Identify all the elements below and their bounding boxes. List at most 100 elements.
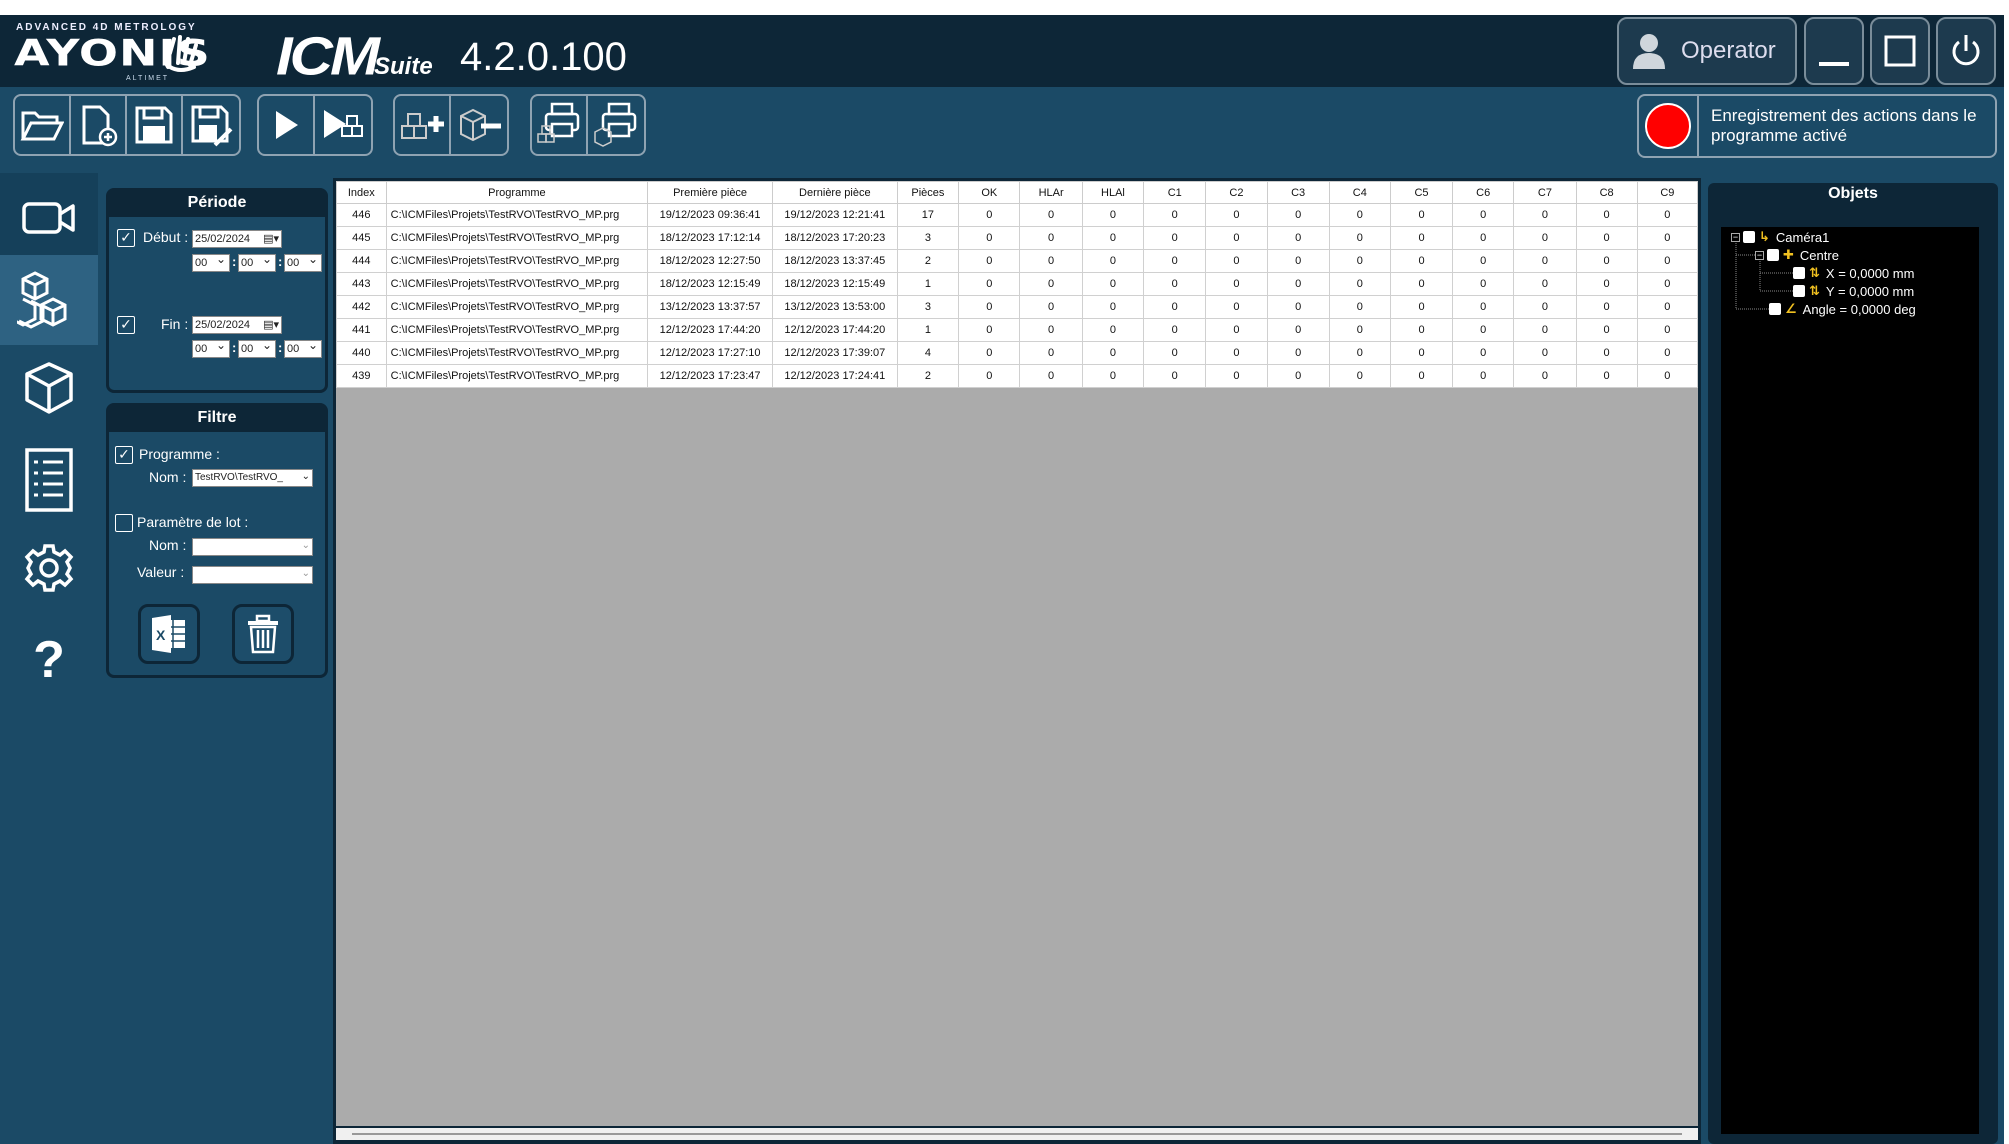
table-cell: C:\ICMFiles\Projets\TestRVO\TestRVO_MP.p…	[385, 226, 649, 250]
time-separator: :	[232, 340, 237, 355]
sidebar-item-batch[interactable]	[0, 255, 98, 345]
remove-object-button[interactable]	[451, 96, 507, 154]
end-minute-select[interactable]: 00	[238, 337, 276, 358]
start-date-field[interactable]: 25/02/2024 ▤▾	[192, 230, 282, 248]
table-cell: 0	[958, 272, 1021, 296]
end-second-select[interactable]: 00	[284, 337, 322, 358]
sidebar-item-settings[interactable]	[0, 523, 98, 613]
record-button[interactable]	[1639, 96, 1699, 156]
print-report-button[interactable]	[588, 96, 644, 154]
column-header[interactable]: HLAr	[1019, 181, 1083, 204]
save-button[interactable]	[127, 96, 183, 154]
table-cell: 441	[336, 318, 387, 342]
program-checkbox[interactable]: ✓	[115, 446, 133, 464]
table-cell: 19/12/2023 09:36:41	[647, 203, 773, 227]
end-hour-select[interactable]: 00	[192, 337, 230, 358]
table-cell: 0	[1019, 341, 1083, 365]
help-icon: ?	[33, 631, 65, 689]
column-header[interactable]: C8	[1575, 181, 1638, 204]
table-cell: 0	[1019, 226, 1083, 250]
column-header[interactable]: C5	[1389, 181, 1454, 204]
end-checkbox[interactable]: ✓	[117, 316, 135, 334]
column-header[interactable]: C6	[1452, 181, 1515, 204]
column-header[interactable]: Programme	[385, 181, 649, 204]
sidebar-item-report[interactable]	[0, 435, 98, 525]
calendar-icon: ▤▾	[263, 319, 279, 331]
add-object-button[interactable]	[395, 96, 451, 154]
table-cell: 0	[1205, 295, 1268, 319]
start-checkbox[interactable]: ✓	[117, 229, 135, 247]
record-status: Enregistrement des actions dans le progr…	[1637, 94, 1997, 158]
sidebar-item-object[interactable]	[0, 343, 98, 433]
table-row[interactable]: 441 C:\ICMFiles\Projets\TestRVO\TestRVO_M…	[336, 318, 1698, 342]
save-as-button[interactable]	[183, 96, 239, 154]
column-header[interactable]: Première pièce	[647, 181, 773, 204]
table-row[interactable]: 445 C:\ICMFiles\Projets\TestRVO\TestRVO_M…	[336, 226, 1698, 250]
sidebar-item-help[interactable]: ?	[0, 615, 98, 705]
export-excel-button[interactable]: X	[138, 604, 200, 664]
column-header[interactable]: Index	[336, 181, 387, 204]
table-row[interactable]: 444 C:\ICMFiles\Projets\TestRVO\TestRVO_M…	[336, 249, 1698, 273]
start-hour-select[interactable]: 00	[192, 251, 230, 272]
scrollbar-thumb[interactable]	[352, 1133, 1682, 1135]
table-cell: 0	[1636, 272, 1698, 296]
time-separator: :	[278, 254, 283, 269]
lot-label: Paramètre de lot :	[137, 514, 249, 530]
filter-box: Filtre ✓ Programme : Nom : TestRVO\TestR…	[106, 403, 328, 678]
column-header[interactable]: C9	[1636, 181, 1698, 204]
folder-open-icon	[20, 111, 64, 141]
start-second-select[interactable]: 00	[284, 251, 322, 272]
column-header[interactable]: C3	[1266, 181, 1330, 204]
table-cell: 0	[1636, 203, 1698, 227]
table-cell: 0	[1452, 295, 1515, 319]
column-header[interactable]: C2	[1205, 181, 1268, 204]
start-minute-select[interactable]: 00	[238, 251, 276, 272]
program-name-select[interactable]: TestRVO\TestRVO_ ⌄	[192, 469, 313, 487]
print-button[interactable]	[532, 96, 588, 154]
tree-label: X = 0,0000 mm	[1825, 265, 1915, 281]
column-header[interactable]: OK	[958, 181, 1021, 204]
table-row[interactable]: 439 C:\ICMFiles\Projets\TestRVO\TestRVO_M…	[336, 364, 1698, 388]
table-cell: 18/12/2023 17:20:23	[771, 226, 898, 250]
column-header[interactable]: Dernière pièce	[771, 181, 898, 204]
column-header[interactable]: HLAl	[1081, 181, 1145, 204]
table-cell: 0	[958, 203, 1021, 227]
column-header[interactable]: C4	[1328, 181, 1391, 204]
minimize-button[interactable]	[1804, 17, 1864, 85]
objects-title: Objets	[1828, 185, 1878, 202]
table-cell: C:\ICMFiles\Projets\TestRVO\TestRVO_MP.p…	[385, 295, 649, 319]
lot-value-select[interactable]: ⌄	[192, 566, 313, 584]
results-table: Index Programme Première pièce Dernière piè…	[336, 181, 1698, 388]
tree-node-y[interactable]: ⇅ Y = 0,0000 mm	[1793, 283, 1914, 299]
tree-node-x[interactable]: ⇅ X = 0,0000 mm	[1793, 265, 1914, 281]
column-header[interactable]: C1	[1143, 181, 1207, 204]
table-cell: 0	[1081, 341, 1145, 365]
table-row[interactable]: 443 C:\ICMFiles\Projets\TestRVO\TestRVO_M…	[336, 272, 1698, 296]
table-cell: 18/12/2023 17:12:14	[647, 226, 773, 250]
user-button[interactable]: Operator	[1617, 17, 1797, 85]
end-date-field[interactable]: 25/02/2024 ▤▾	[192, 316, 282, 334]
sidebar-item-camera[interactable]	[0, 173, 98, 263]
run-button[interactable]	[259, 96, 315, 154]
table-row[interactable]: 442 C:\ICMFiles\Projets\TestRVO\TestRVO_M…	[336, 295, 1698, 319]
table-row[interactable]: 440 C:\ICMFiles\Projets\TestRVO\TestRVO_M…	[336, 341, 1698, 365]
table-cell: 0	[1266, 364, 1330, 388]
minimize-icon	[1819, 62, 1849, 66]
power-button[interactable]	[1936, 17, 1996, 85]
lot-checkbox[interactable]	[115, 514, 133, 532]
horizontal-scrollbar[interactable]	[336, 1128, 1698, 1140]
table-cell: 18/12/2023 12:15:49	[771, 272, 898, 296]
table-cell: 0	[1143, 318, 1207, 342]
new-file-button[interactable]	[71, 96, 127, 154]
column-header[interactable]: Pièces	[896, 181, 960, 204]
run-batch-button[interactable]	[315, 96, 371, 154]
maximize-button[interactable]	[1870, 17, 1930, 85]
table-row[interactable]: 446 C:\ICMFiles\Projets\TestRVO\TestRVO_M…	[336, 203, 1698, 227]
delete-button[interactable]	[232, 604, 294, 664]
table-cell: 0	[1636, 249, 1698, 273]
column-header[interactable]: C7	[1513, 181, 1577, 204]
open-button[interactable]	[15, 96, 71, 154]
table-cell: 0	[958, 249, 1021, 273]
table-cell: 0	[1389, 364, 1454, 388]
lot-name-select[interactable]: ⌄	[192, 538, 313, 556]
